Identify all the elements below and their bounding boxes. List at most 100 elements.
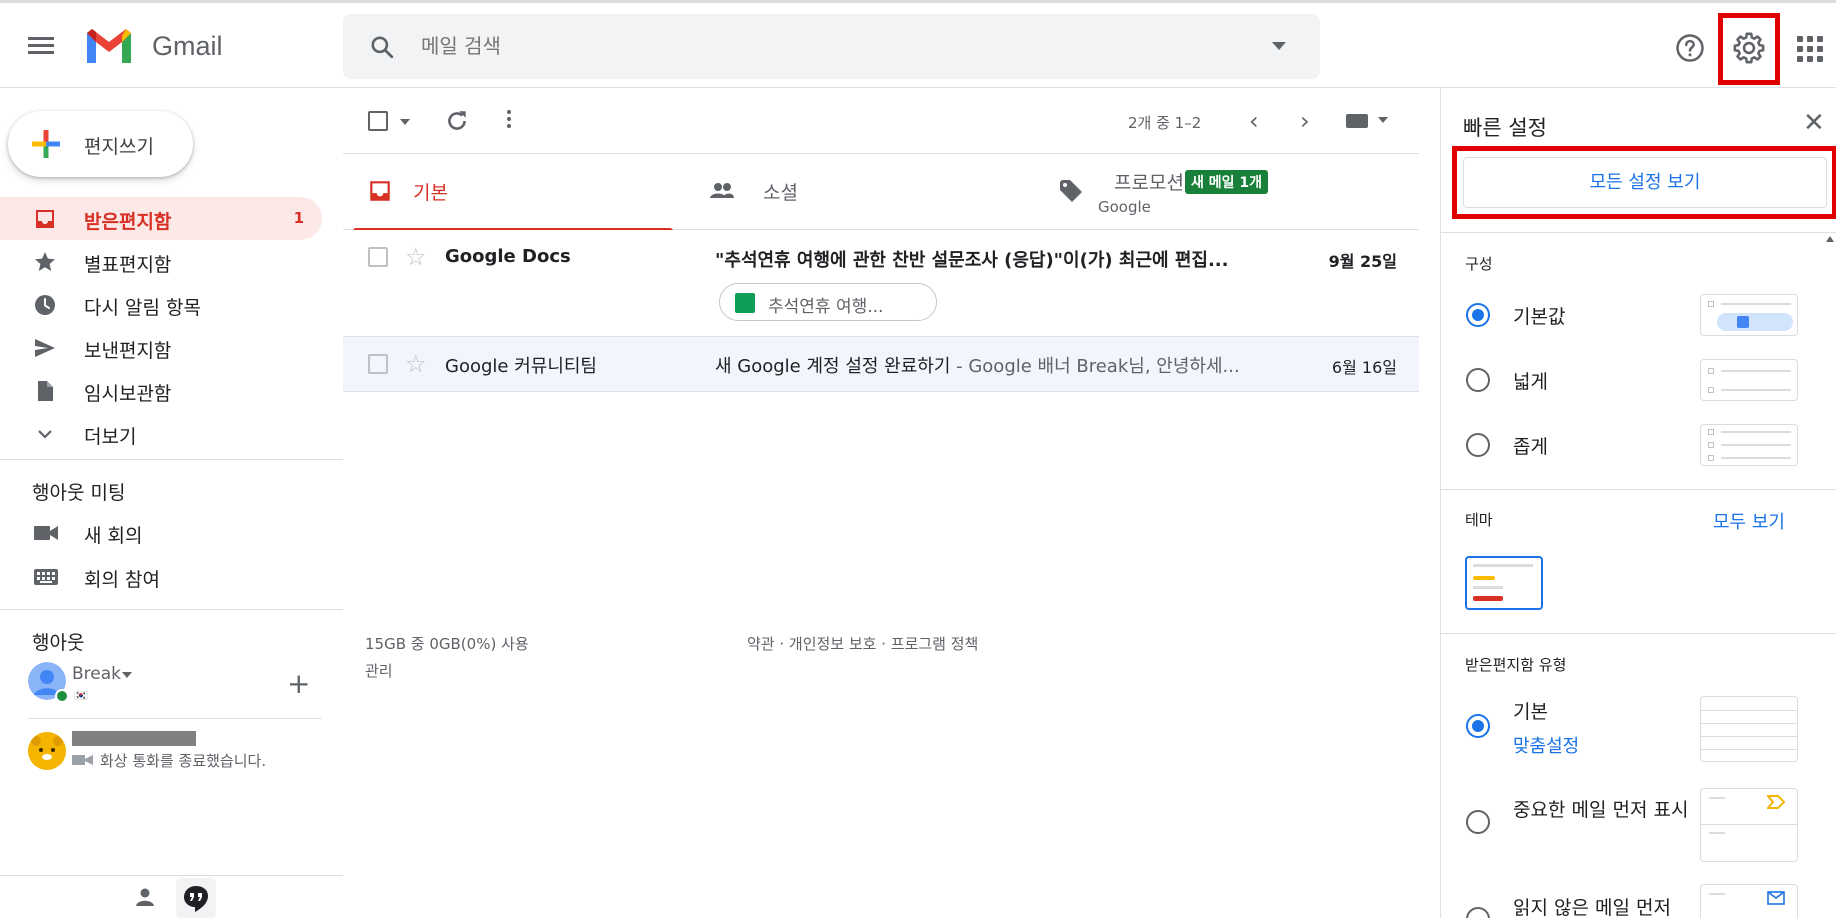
panel-scroll-up-icon[interactable] (1826, 236, 1834, 242)
density-comfortable-radio[interactable] (1466, 368, 1490, 392)
sidebar-item-drafts[interactable]: 임시보관함 (0, 369, 322, 412)
row-checkbox[interactable] (368, 354, 388, 374)
person-icon[interactable] (134, 886, 156, 908)
sidebar-item-more[interactable]: 더보기 (0, 412, 322, 455)
gmail-logo-icon[interactable] (84, 25, 134, 65)
sidebar-item-snoozed[interactable]: 다시 알림 항목 (0, 283, 322, 326)
status-dropdown-icon[interactable] (122, 672, 132, 678)
sidebar-item-label: 다시 알림 항목 (84, 297, 201, 319)
inbox-unread-preview (1700, 884, 1798, 918)
search-options-dropdown-icon[interactable] (1272, 42, 1286, 50)
customize-link[interactable]: 맞춤설정 (1513, 732, 1579, 758)
email-subject: 새 Google 계정 설정 완료하기 (715, 356, 951, 377)
hangouts-chat-button[interactable] (176, 878, 216, 918)
see-all-settings-button[interactable]: 모든 설정 보기 (1463, 157, 1827, 208)
sidebar-item-label: 보낸편지함 (84, 340, 172, 362)
gear-icon[interactable] (1732, 31, 1766, 65)
panel-divider (1441, 232, 1836, 233)
people-icon (710, 183, 734, 198)
main-menu-icon[interactable] (28, 33, 62, 67)
search-icon[interactable] (369, 34, 395, 60)
search-input[interactable] (421, 31, 1221, 61)
new-meeting-item[interactable]: 새 회의 (0, 512, 322, 555)
sidebar-nav: 받은편지함 1 별표편지함 다시 알림 항목 보낸편지함 임시보관함 더보기 (0, 197, 322, 455)
sidebar-item-inbox[interactable]: 받은편지함 1 (0, 197, 322, 240)
density-compact-radio[interactable] (1466, 433, 1490, 457)
density-compact-preview (1700, 424, 1798, 466)
email-date: 6월 16일 (1331, 358, 1397, 377)
density-option-label: 기본값 (1513, 306, 1566, 328)
settings-button-highlight[interactable] (1718, 13, 1780, 85)
join-meeting-label: 회의 참여 (84, 569, 160, 591)
compose-plus-icon (32, 130, 60, 158)
density-option-label: 좁게 (1513, 436, 1548, 458)
newer-chevron-left-icon[interactable]: ‹ (1249, 107, 1259, 135)
help-icon[interactable] (1675, 33, 1705, 63)
theme-default-thumbnail[interactable] (1465, 556, 1543, 610)
hangouts-icon (184, 886, 208, 912)
tab-primary[interactable]: 기본 (343, 154, 673, 232)
email-sender: Google 커뮤니티팀 (445, 356, 597, 377)
select-options-dropdown-icon[interactable] (400, 119, 410, 125)
pagination-text: 2개 중 1–2 (1128, 114, 1202, 132)
density-default-radio[interactable] (1466, 303, 1490, 327)
footer-links[interactable]: 약관 · 개인정보 보호 · 프로그램 정책 (747, 633, 978, 654)
attachment-name: 추석연휴 여행... (768, 297, 884, 317)
call-ended-status: 화상 통화를 종료했습니다. (100, 752, 267, 770)
hangouts-section-title: 행아웃 (32, 632, 85, 654)
email-subject-line: 새 Google 계정 설정 완료하기 - Google 배너 Break님, … (715, 352, 1280, 378)
density-default-preview (1700, 294, 1798, 336)
new-mail-badge: 새 메일 1개 (1185, 170, 1269, 194)
sidebar-divider (0, 459, 343, 460)
select-all-checkbox[interactable] (368, 111, 388, 131)
star-toggle-icon[interactable]: ☆ (405, 245, 427, 269)
inbox-icon (36, 210, 54, 228)
add-contact-icon[interactable]: + (287, 670, 310, 698)
sidebar-item-sent[interactable]: 보낸편지함 (0, 326, 322, 369)
table-row[interactable]: ☆ Google Docs "추석연휴 여행에 관한 찬반 설문조사 (응답)"… (343, 230, 1419, 337)
contact-avatar[interactable] (28, 732, 66, 770)
density-section-title: 구성 (1465, 255, 1493, 273)
mail-icon (1767, 891, 1785, 905)
input-tools-keyboard-icon[interactable] (1346, 114, 1368, 128)
row-checkbox[interactable] (368, 247, 388, 267)
hangouts-user-name[interactable]: Break (72, 664, 121, 684)
draft-icon (38, 381, 53, 401)
refresh-icon[interactable] (444, 108, 470, 134)
tab-label: 기본 (413, 182, 448, 204)
sidebar-item-starred[interactable]: 별표편지함 (0, 240, 322, 283)
panel-divider (1441, 633, 1836, 634)
tab-social[interactable]: 소셜 (673, 154, 1018, 231)
older-chevron-right-icon[interactable]: › (1300, 107, 1310, 135)
attachment-chip[interactable]: 추석연휴 여행... (719, 283, 937, 321)
table-row[interactable]: ☆ Google 커뮤니티팀 새 Google 계정 설정 완료하기 - Goo… (343, 337, 1419, 392)
join-meeting-item[interactable]: 회의 참여 (0, 556, 322, 599)
theme-view-all-link[interactable]: 모두 보기 (1713, 508, 1785, 534)
tab-label: 프로모션 (1114, 172, 1184, 194)
redacted-contact-name (72, 731, 196, 746)
category-tabs: 기본 소셜 프로모션 새 메일 1개 Google (343, 153, 1419, 232)
close-icon[interactable]: ✕ (1803, 110, 1825, 136)
star-toggle-icon[interactable]: ☆ (405, 352, 427, 376)
inbox-default-preview (1700, 696, 1798, 762)
compose-button[interactable]: 편지쓰기 (8, 111, 193, 177)
gmail-wordmark: Gmail (152, 31, 223, 61)
video-camera-icon (34, 526, 58, 540)
inbox-type-unread-radio[interactable] (1466, 907, 1490, 918)
manage-storage-link[interactable]: 관리 (365, 660, 393, 681)
sidebar-item-label: 받은편지함 (84, 211, 172, 233)
email-date: 9월 25일 (1328, 252, 1397, 271)
quick-settings-title: 빠른 설정 (1463, 116, 1547, 140)
google-apps-icon[interactable] (1797, 36, 1823, 62)
email-sender: Google Docs (445, 246, 571, 267)
inbox-type-important-radio[interactable] (1466, 810, 1490, 834)
more-options-icon[interactable] (505, 108, 513, 134)
contact-divider (28, 718, 322, 719)
inbox-type-default-radio[interactable] (1466, 714, 1490, 738)
inbox-important-preview (1700, 788, 1798, 862)
input-tools-dropdown-icon[interactable] (1378, 117, 1388, 123)
quick-settings-panel: 빠른 설정 ✕ 모든 설정 보기 구성 기본값 넓게 좁게 테마 모두 보기 받… (1440, 88, 1836, 918)
search-bar[interactable] (343, 14, 1320, 79)
compose-label: 편지쓰기 (84, 136, 154, 158)
mail-toolbar: 2개 중 1–2 ‹ › (343, 88, 1419, 153)
